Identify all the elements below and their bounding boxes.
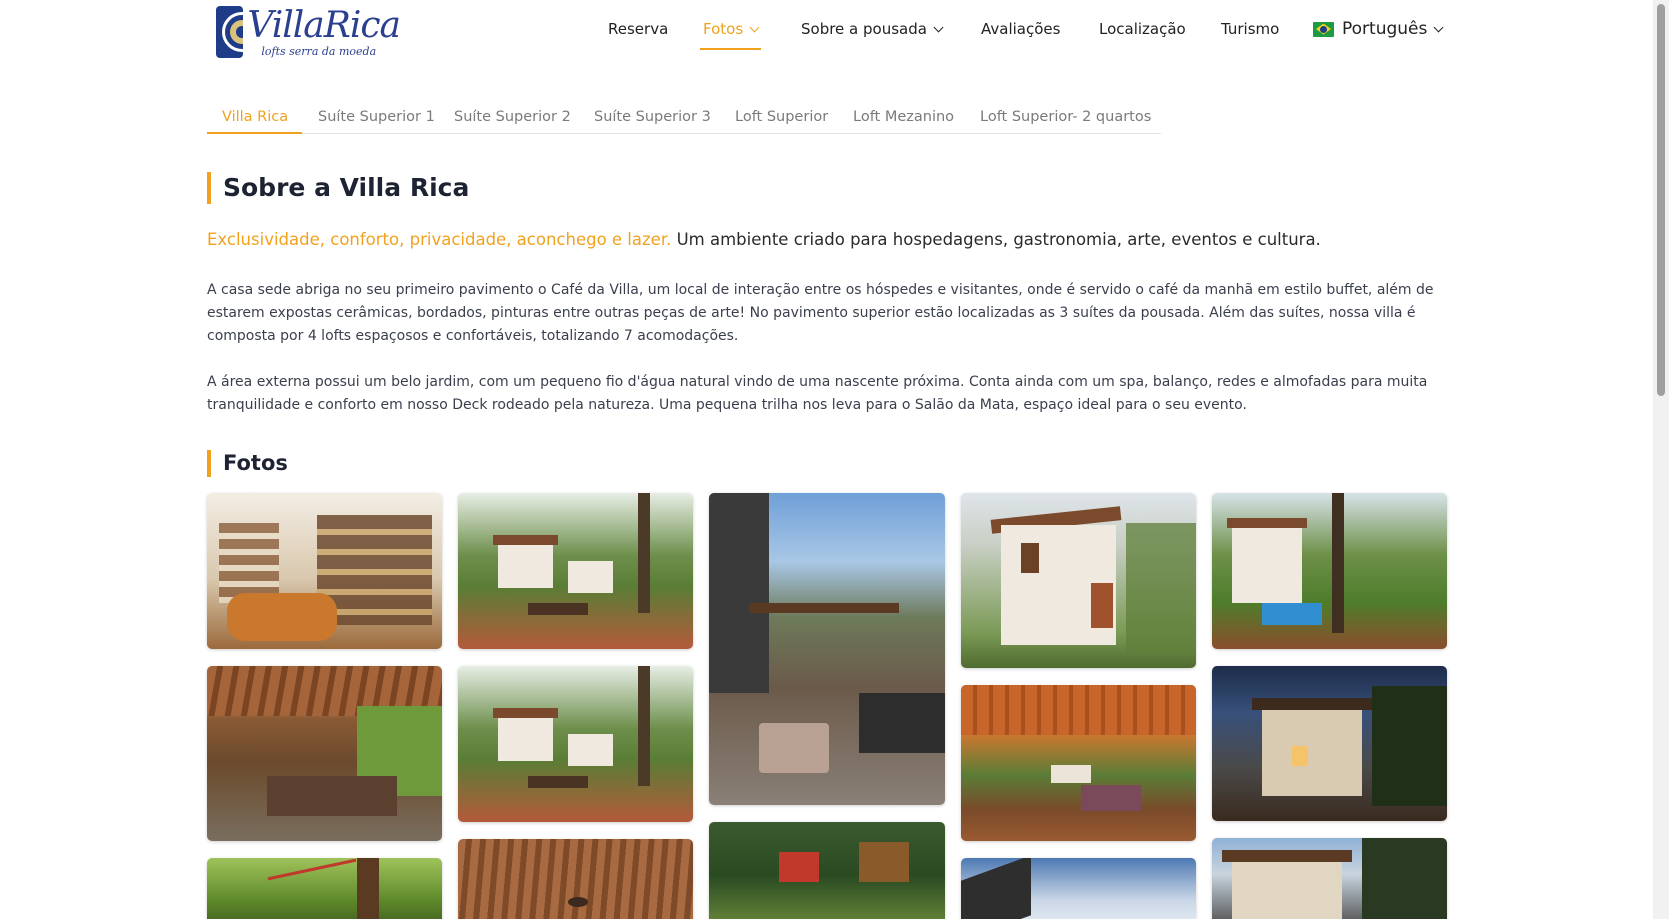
tab-loft-mezanino[interactable]: Loft Mezanino: [853, 109, 954, 125]
tab-suite-superior-1[interactable]: Suíte Superior 1: [318, 109, 435, 125]
about-title: Sobre a Villa Rica: [207, 172, 469, 204]
gallery-photo[interactable]: [458, 666, 693, 822]
tab-villa-rica[interactable]: Villa Rica: [222, 109, 288, 125]
gallery-photo[interactable]: [458, 839, 693, 919]
about-lead: Exclusividade, conforto, privacidade, ac…: [207, 230, 1447, 249]
gallery-photo[interactable]: [1212, 838, 1447, 919]
chevron-down-icon: [1433, 22, 1444, 32]
gallery-photo[interactable]: [961, 493, 1196, 668]
gallery-photo[interactable]: [458, 493, 693, 649]
accommodation-tabs: Villa Rica Suíte Superior 1 Suíte Superi…: [207, 104, 1161, 134]
chevron-down-icon: [749, 22, 760, 32]
gallery-photo[interactable]: [961, 685, 1196, 841]
nav-reserva[interactable]: Reserva: [608, 20, 668, 38]
tab-suite-superior-3[interactable]: Suíte Superior 3: [594, 109, 711, 125]
villarica-logo[interactable]: VillaRica lofts serra da moeda: [216, 4, 401, 58]
active-tab-indicator: [207, 132, 302, 134]
nav-localizacao[interactable]: Localização: [1099, 20, 1186, 38]
gallery-photo[interactable]: [207, 666, 442, 841]
about-paragraph-1: A casa sede abriga no seu primeiro pavim…: [207, 282, 1434, 344]
gallery-photo[interactable]: [1212, 666, 1447, 821]
gallery-photo[interactable]: [709, 493, 945, 805]
language-selector[interactable]: Português: [1313, 19, 1444, 39]
gallery-photo[interactable]: [1212, 493, 1447, 649]
gallery-photo[interactable]: [207, 858, 442, 919]
nav-fotos[interactable]: Fotos: [699, 20, 762, 50]
tab-suite-superior-2[interactable]: Suíte Superior 2: [454, 109, 571, 125]
nav-avaliacoes[interactable]: Avaliações: [981, 20, 1060, 38]
gallery-photo[interactable]: [709, 822, 945, 919]
gallery-photo[interactable]: [961, 858, 1196, 919]
tab-loft-superior-2-quartos[interactable]: Loft Superior- 2 quartos: [980, 109, 1151, 125]
gallery-photo[interactable]: [207, 493, 442, 649]
chevron-down-icon: [933, 22, 944, 32]
azulejo-logo-icon: [216, 6, 244, 58]
about-paragraph-2: A área externa possui um belo jardim, co…: [207, 374, 1428, 413]
page-scrollbar[interactable]: [1653, 0, 1669, 919]
nav-sobre-a-pousada[interactable]: Sobre a pousada: [801, 20, 944, 38]
site-header: VillaRica lofts serra da moeda Reserva F…: [0, 0, 1669, 70]
scrollbar-thumb[interactable]: [1657, 4, 1665, 396]
brazil-flag-icon: [1313, 21, 1334, 37]
logo-wordmark: VillaRica lofts serra da moeda: [247, 4, 401, 58]
tab-loft-superior[interactable]: Loft Superior: [735, 109, 828, 125]
nav-turismo[interactable]: Turismo: [1221, 20, 1279, 38]
lead-rest: Um ambiente criado para hospedagens, gas…: [671, 230, 1321, 249]
photos-title: Fotos: [207, 450, 288, 477]
lead-highlight: Exclusividade, conforto, privacidade, ac…: [207, 230, 672, 249]
